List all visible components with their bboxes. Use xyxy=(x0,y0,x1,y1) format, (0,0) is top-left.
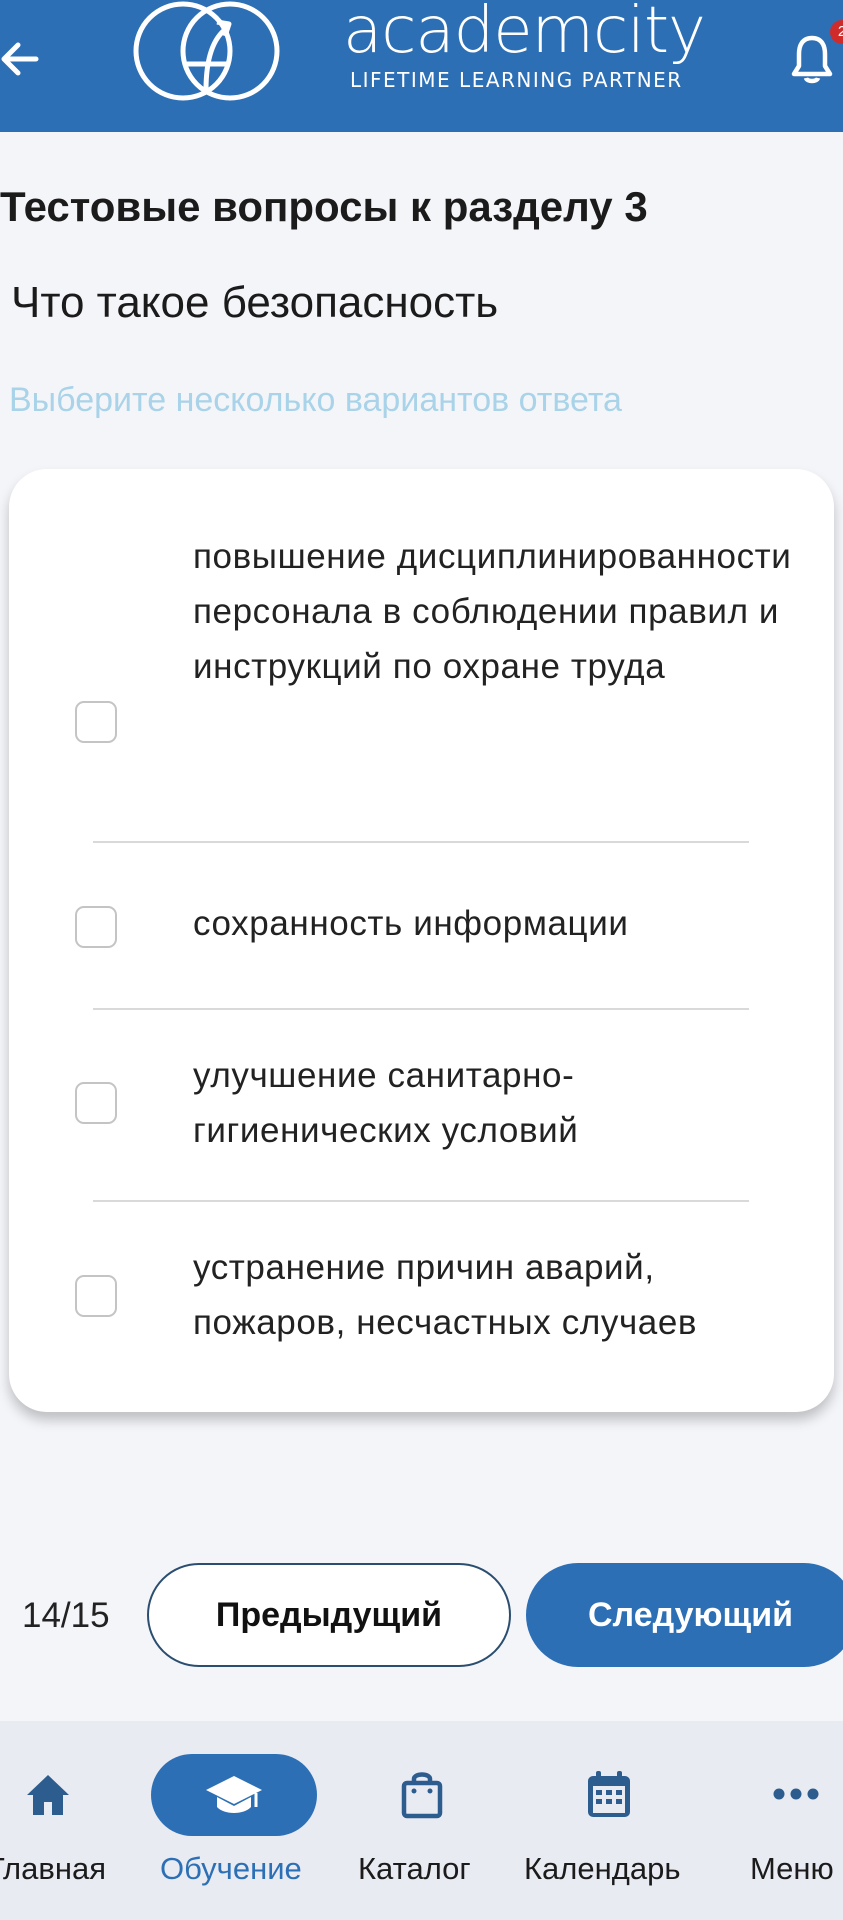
bottom-navigation: Главная Обучение Каталог Календарь Меню xyxy=(0,1721,843,1920)
divider xyxy=(93,1008,749,1010)
brand-name: academcity xyxy=(343,0,706,68)
nav-active-pill[interactable] xyxy=(151,1754,317,1836)
academcity-logo-icon xyxy=(133,1,280,101)
nav-item-menu[interactable]: Меню xyxy=(750,1851,834,1887)
more-icon[interactable] xyxy=(772,1787,820,1801)
option-label: устранение причин аварий, пожаров, несча… xyxy=(193,1248,698,1342)
home-icon[interactable] xyxy=(25,1773,71,1817)
question-text: Что такое безопасность xyxy=(11,278,499,327)
option-checkbox[interactable] xyxy=(75,1275,117,1317)
nav-item-calendar[interactable]: Календарь xyxy=(524,1851,680,1887)
option-checkbox[interactable] xyxy=(75,1082,117,1124)
graduation-cap-icon xyxy=(206,1776,262,1813)
calendar-icon[interactable] xyxy=(586,1769,632,1819)
nav-item-home[interactable]: Главная xyxy=(0,1851,106,1887)
option-label: сохранность информации xyxy=(193,904,629,943)
nav-item-learning[interactable]: Обучение xyxy=(160,1851,302,1887)
app-header: academcity LIFETIME LEARNING PARTNER 2 xyxy=(0,0,843,132)
option-label: повышение дисциплинированности персонала… xyxy=(193,537,792,686)
answer-hint: Выберите несколько вариантов ответа xyxy=(9,381,622,419)
shopping-bag-icon[interactable] xyxy=(401,1769,443,1819)
question-counter: 14/15 xyxy=(22,1596,110,1635)
option-checkbox[interactable] xyxy=(75,701,117,743)
divider xyxy=(93,841,749,843)
notifications-bell-icon[interactable] xyxy=(790,34,834,84)
options-card: повышение дисциплинированности персонала… xyxy=(9,469,834,1412)
nav-item-catalog[interactable]: Каталог xyxy=(358,1851,471,1887)
back-arrow-icon[interactable] xyxy=(0,35,48,83)
next-button[interactable]: Следующий xyxy=(526,1563,843,1667)
divider xyxy=(93,1200,749,1202)
previous-button[interactable]: Предыдущий xyxy=(147,1563,511,1667)
section-title: Тестовые вопросы к разделу 3 xyxy=(0,183,648,230)
option-label: улучшение санитарно-гигиенических услови… xyxy=(193,1056,579,1150)
option-checkbox[interactable] xyxy=(75,906,117,948)
brand-tagline: LIFETIME LEARNING PARTNER xyxy=(350,68,683,92)
